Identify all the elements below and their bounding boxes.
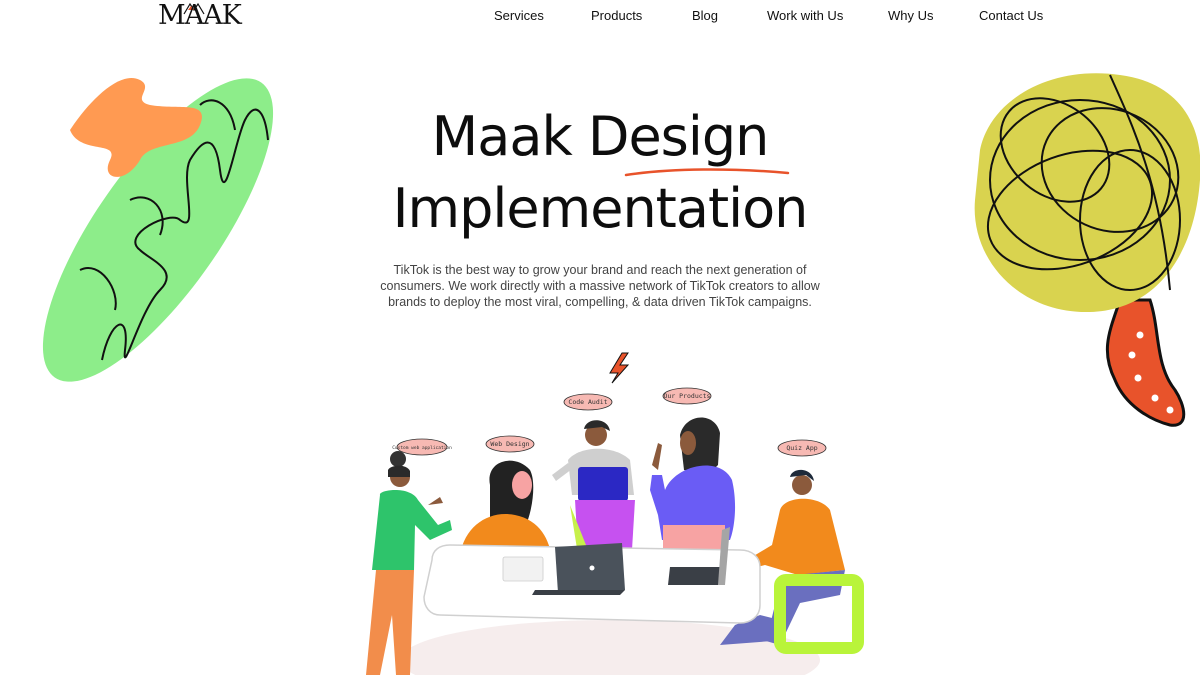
svg-text:Quiz App: Quiz App	[786, 444, 817, 452]
team-meeting-illustration: Custom web application Web Design Code A…	[366, 352, 864, 675]
nav-services[interactable]: Services	[494, 8, 544, 23]
hero-description: TikTok is the best way to grow your bran…	[380, 263, 820, 309]
nav-blog[interactable]: Blog	[692, 8, 718, 23]
hero-title-line1: Maak Design	[431, 105, 770, 168]
nav-products[interactable]: Products	[591, 8, 642, 23]
nav-work-with-us[interactable]: Work with Us	[767, 8, 843, 23]
hero-title-line2: Implementation	[392, 177, 809, 240]
speech-bubble-code-audit: Code Audit	[563, 393, 613, 411]
speech-bubble-quiz-app: Quiz App	[777, 439, 827, 457]
red-tail	[1105, 298, 1186, 427]
nav-contact-us[interactable]: Contact Us	[979, 8, 1043, 23]
paper-sheet	[502, 556, 544, 582]
logo-text: MAAK	[158, 0, 242, 31]
person-center-gray	[552, 420, 635, 555]
lightning-icon	[609, 352, 630, 384]
svg-text:Custom web application: Custom web application	[392, 445, 452, 451]
nav-why-us[interactable]: Why Us	[888, 8, 934, 23]
speech-bubble-web-design: Web Design	[485, 435, 535, 453]
svg-text:Our Products: Our Products	[664, 392, 711, 400]
speech-bubble-our-products: Our Products	[662, 387, 712, 405]
maak-logo[interactable]: MAAK	[158, 0, 242, 32]
svg-text:Web Design: Web Design	[490, 440, 529, 448]
svg-text:Code Audit: Code Audit	[568, 398, 607, 406]
